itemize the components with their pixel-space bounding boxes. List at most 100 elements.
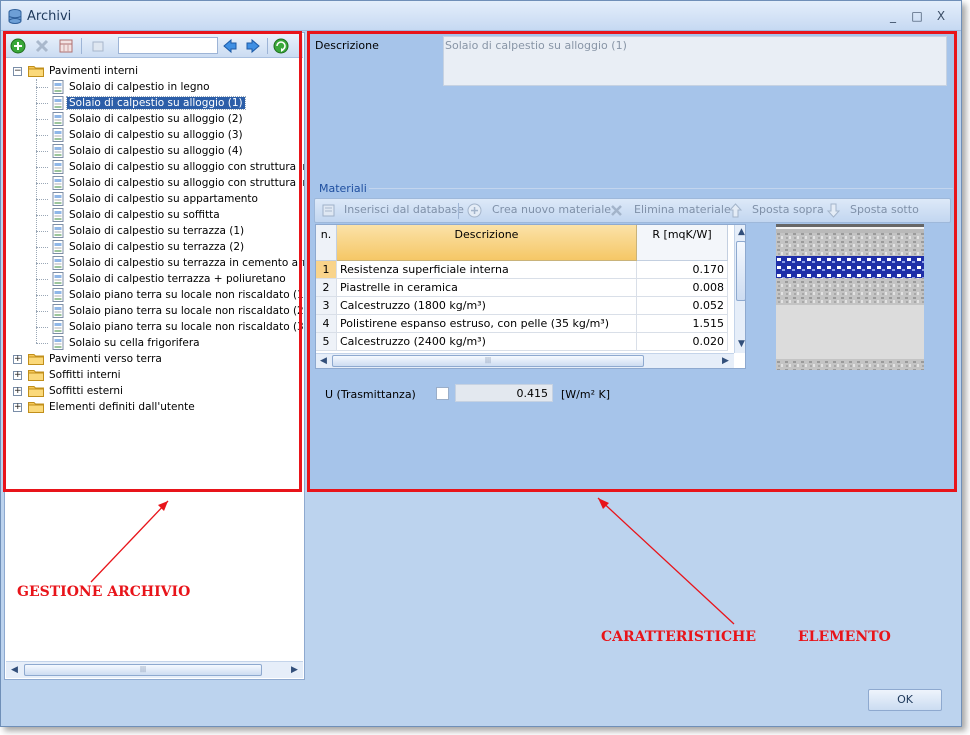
material-description-cell[interactable]: Calcestruzzo (2400 kg/m³)	[337, 333, 637, 351]
column-header-r[interactable]: R [mqK/W]	[637, 225, 728, 261]
collapse-icon[interactable]: −	[13, 67, 22, 76]
ok-button[interactable]: OK	[868, 689, 942, 711]
tree-item[interactable]: Solaio di calpestio su soffitta	[67, 207, 222, 223]
expand-icon[interactable]: +	[13, 403, 22, 412]
u-transmittance-label: U (Trasmittanza)	[325, 388, 416, 401]
material-description-cell[interactable]: Resistenza superficiale interna	[337, 261, 637, 279]
archive-panel: − Pavimenti interni Solaio di calpestio in…	[4, 32, 305, 680]
element-file-icon	[52, 80, 64, 94]
materials-toolbar: Inserisci dal database Crea nuovo materi…	[314, 198, 951, 223]
refresh-icon[interactable]	[273, 38, 289, 54]
tree-item[interactable]: Solaio di calpestio su alloggio con stru…	[67, 175, 304, 191]
tree-item-label: Solaio di calpestio su alloggio con stru…	[69, 161, 304, 173]
title-bar[interactable]: Archivi _ □ X	[1, 1, 961, 31]
scroll-down-icon[interactable]: ▼	[734, 337, 745, 352]
material-description-cell[interactable]: Calcestruzzo (1800 kg/m³)	[337, 297, 637, 315]
tree-item[interactable]: Solaio di calpestio su alloggio (3)	[67, 127, 245, 143]
tree-item[interactable]: Solaio di calpestio in legno	[67, 79, 212, 95]
material-resistance-cell[interactable]: 0.052	[637, 297, 728, 315]
element-file-icon	[52, 304, 64, 318]
tree-item[interactable]: Solaio di calpestio su alloggio (2)	[67, 111, 245, 127]
tree-item[interactable]: Solaio di calpestio su terrazza (1)	[67, 223, 246, 239]
tree-item[interactable]: Solaio piano terra su locale non riscald…	[67, 303, 304, 319]
material-resistance-cell[interactable]: 0.170	[637, 261, 728, 279]
tree-item[interactable]: Solaio su cella frigorifera	[67, 335, 202, 351]
tree-guide-line	[36, 343, 48, 344]
column-header-n[interactable]: n.	[316, 225, 337, 261]
horizontal-scrollbar[interactable]: ◀ ||| ▶	[6, 661, 303, 678]
grid-horizontal-scrollbar[interactable]: ◀ ||| ▶	[316, 353, 734, 368]
u-value-field: 0.415	[455, 384, 553, 402]
close-button[interactable]: X	[933, 8, 949, 24]
insert-from-database-button[interactable]: Inserisci dal database	[344, 203, 464, 216]
arrow-right-icon[interactable]	[245, 38, 261, 54]
material-description-cell[interactable]: Piastrelle in ceramica	[337, 279, 637, 297]
delete-material-button[interactable]: Elimina materiale	[634, 203, 731, 216]
element-file-icon	[52, 320, 64, 334]
scroll-thumb[interactable]	[736, 241, 745, 301]
tree-folder[interactable]: Soffitti interni	[47, 367, 123, 383]
arrow-left-icon[interactable]	[222, 38, 238, 54]
tree-item[interactable]: Solaio di calpestio su alloggio con stru…	[67, 159, 304, 175]
material-resistance-cell[interactable]: 0.008	[637, 279, 728, 297]
copy-icon[interactable]	[90, 38, 106, 54]
grid-vertical-scrollbar[interactable]: ▲ ▼	[734, 225, 745, 353]
row-number: 5	[316, 333, 337, 351]
tree-item[interactable]: Solaio di calpestio su terrazza in cemen…	[67, 255, 304, 271]
material-resistance-cell[interactable]: 1.515	[637, 315, 728, 333]
add-icon[interactable]	[10, 38, 26, 54]
tree-guide-line	[36, 295, 48, 296]
tree-folder-label: Soffitti interni	[49, 369, 121, 381]
u-unit-label: [W/m² K]	[561, 388, 611, 401]
move-up-button[interactable]: Sposta sopra	[752, 203, 824, 216]
expand-icon[interactable]: +	[13, 355, 22, 364]
tree-guide-line	[36, 151, 48, 152]
description-label: Descrizione	[315, 39, 379, 52]
tree-guide-line	[36, 103, 48, 104]
minimize-button[interactable]: _	[885, 8, 901, 24]
tree-folder[interactable]: Soffitti esterni	[47, 383, 125, 399]
tree-folder[interactable]: Elementi definiti dall'utente	[47, 399, 197, 415]
tree-item[interactable]: Solaio di calpestio terrazza + poliureta…	[67, 271, 288, 287]
element-file-icon	[52, 208, 64, 222]
tree-guide-line	[36, 279, 48, 280]
element-file-icon	[52, 112, 64, 126]
tree-folder[interactable]: Pavimenti interni	[47, 63, 140, 79]
tree-item[interactable]: Solaio di calpestio su terrazza (2)	[67, 239, 246, 255]
scroll-left-icon[interactable]: ◀	[7, 663, 22, 678]
move-down-button[interactable]: Sposta sotto	[850, 203, 919, 216]
tree-item[interactable]: Solaio di calpestio su alloggio (1)	[66, 95, 246, 111]
search-input[interactable]	[118, 37, 218, 54]
tree-folder[interactable]: Pavimenti verso terra	[47, 351, 164, 367]
tree-item[interactable]: Solaio piano terra su locale non riscald…	[67, 287, 304, 303]
scroll-up-icon[interactable]: ▲	[734, 225, 745, 240]
tree-item[interactable]: Solaio piano terra su locale non riscald…	[67, 319, 304, 335]
material-resistance-cell[interactable]: 0.020	[637, 333, 728, 351]
scroll-right-icon[interactable]: ▶	[287, 663, 302, 678]
scroll-thumb[interactable]: |||	[332, 355, 644, 367]
tree-item[interactable]: Solaio di calpestio su alloggio (4)	[67, 143, 245, 159]
materials-divider	[369, 188, 953, 189]
element-file-icon	[52, 336, 64, 350]
row-number: 3	[316, 297, 337, 315]
maximize-button[interactable]: □	[909, 8, 925, 24]
calendar-icon[interactable]	[58, 38, 74, 54]
tree-item[interactable]: Solaio di calpestio su appartamento	[67, 191, 260, 207]
tree-item-label: Solaio di calpestio su appartamento	[69, 193, 258, 205]
delete-icon[interactable]	[34, 38, 50, 54]
create-material-button[interactable]: Crea nuovo materiale	[492, 203, 611, 216]
scroll-thumb[interactable]: |||	[24, 664, 262, 676]
u-checkbox[interactable]	[436, 387, 449, 400]
tree-guide-line	[36, 87, 48, 88]
tree-guide-line	[36, 135, 48, 136]
expand-icon[interactable]: +	[13, 387, 22, 396]
scroll-left-icon[interactable]: ◀	[316, 354, 331, 368]
material-description-cell[interactable]: Polistirene espanso estruso, con pelle (…	[337, 315, 637, 333]
scroll-right-icon[interactable]: ▶	[718, 354, 733, 368]
tree-item-label: Solaio di calpestio su terrazza (1)	[69, 225, 245, 237]
materials-label: Materiali	[319, 182, 367, 195]
description-field[interactable]: Solaio di calpestio su alloggio (1)	[443, 36, 947, 86]
expand-icon[interactable]: +	[13, 371, 22, 380]
tree-item-label: Solaio su cella frigorifera	[69, 337, 200, 349]
column-header-description[interactable]: Descrizione	[337, 225, 637, 261]
